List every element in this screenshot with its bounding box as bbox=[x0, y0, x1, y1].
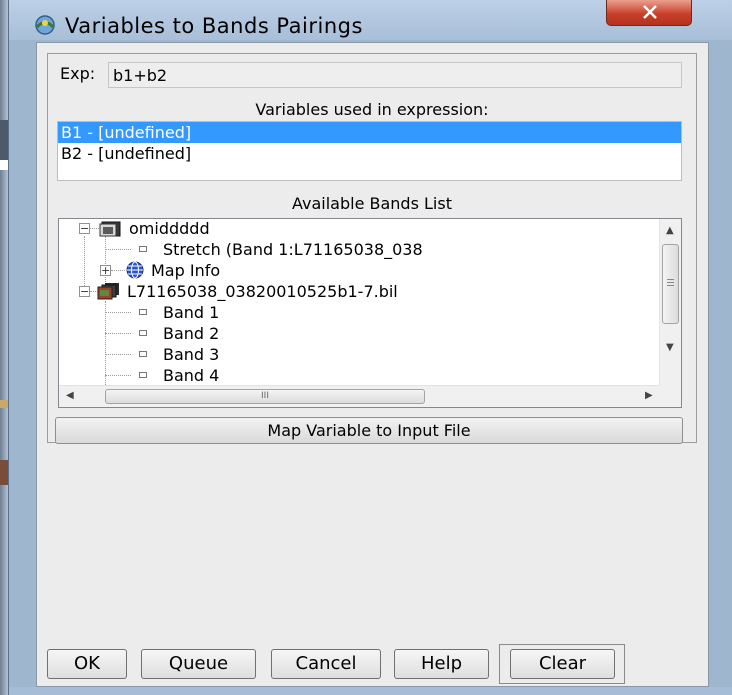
tree-item-band-1[interactable]: Band 1 bbox=[163, 303, 219, 323]
map-variable-button[interactable]: Map Variable to Input File bbox=[55, 417, 683, 444]
image-file-icon bbox=[99, 221, 121, 237]
variables-label: Variables used in expression: bbox=[255, 100, 489, 119]
window-title: Variables to Bands Pairings bbox=[65, 14, 363, 38]
scroll-up-icon[interactable]: ▲ bbox=[666, 225, 674, 236]
scroll-left-icon[interactable]: ◀ bbox=[66, 390, 74, 401]
band-icon bbox=[139, 309, 147, 315]
clear-button[interactable]: Clear bbox=[510, 649, 615, 679]
bands-list-label: Available Bands List bbox=[292, 194, 452, 213]
horizontal-scroll-thumb[interactable]: III bbox=[105, 389, 425, 404]
band-icon bbox=[139, 330, 147, 336]
vertical-scroll-thumb[interactable] bbox=[662, 244, 679, 324]
tree-item-band-2[interactable]: Band 2 bbox=[163, 324, 219, 344]
close-button[interactable] bbox=[606, 0, 692, 26]
dialog-content: Exp: b1+b2 Variables used in expression:… bbox=[36, 42, 709, 687]
tree-item-map-info[interactable]: Map Info bbox=[151, 261, 220, 281]
variables-list[interactable]: B1 - [undefined] B2 - [undefined] bbox=[57, 121, 682, 181]
expand-toggle[interactable]: + bbox=[100, 265, 111, 276]
dialog-window: Variables to Bands Pairings Exp: b1+b2 V… bbox=[8, 0, 732, 695]
cancel-button[interactable]: Cancel bbox=[271, 649, 381, 679]
tree-item-omiddddd[interactable]: omiddddd bbox=[129, 219, 210, 239]
horizontal-scrollbar[interactable]: ◀ III ▶ bbox=[59, 385, 661, 407]
bands-tree[interactable]: − omiddddd Stretch (Band 1:L71165038_038… bbox=[58, 218, 682, 408]
close-icon bbox=[643, 5, 657, 19]
queue-button[interactable]: Queue bbox=[141, 649, 256, 679]
tree-item-band-4[interactable]: Band 4 bbox=[163, 366, 219, 386]
help-button[interactable]: Help bbox=[394, 649, 489, 679]
band-icon bbox=[139, 372, 147, 378]
variable-item-b2[interactable]: B2 - [undefined] bbox=[58, 143, 681, 164]
vertical-scrollbar[interactable]: ▲ ▼ bbox=[659, 219, 681, 385]
window-bottom-frame bbox=[9, 687, 732, 695]
expression-field: b1+b2 bbox=[108, 62, 682, 88]
raster-file-icon bbox=[97, 283, 119, 300]
tree-item-stretch[interactable]: Stretch (Band 1:L71165038_038 bbox=[163, 240, 423, 260]
tree-item-band-3[interactable]: Band 3 bbox=[163, 345, 219, 365]
ok-button[interactable]: OK bbox=[47, 649, 127, 679]
title-bar[interactable]: Variables to Bands Pairings bbox=[9, 0, 732, 40]
pairing-group: Exp: b1+b2 Variables used in expression:… bbox=[47, 53, 697, 444]
globe-icon bbox=[126, 261, 144, 279]
collapse-toggle[interactable]: − bbox=[79, 286, 90, 297]
collapse-toggle[interactable]: − bbox=[79, 223, 90, 234]
band-icon bbox=[139, 351, 147, 357]
left-window-edge bbox=[0, 0, 8, 695]
scroll-corner bbox=[659, 385, 681, 407]
scroll-right-icon[interactable]: ▶ bbox=[645, 390, 653, 401]
band-icon bbox=[139, 246, 147, 252]
scroll-down-icon[interactable]: ▼ bbox=[666, 342, 674, 353]
expression-label: Exp: bbox=[60, 64, 96, 83]
app-icon bbox=[35, 15, 55, 35]
variable-item-b1[interactable]: B1 - [undefined] bbox=[58, 122, 681, 143]
tree-item-bil-file[interactable]: L71165038_03820010525b1-7.bil bbox=[127, 282, 398, 302]
